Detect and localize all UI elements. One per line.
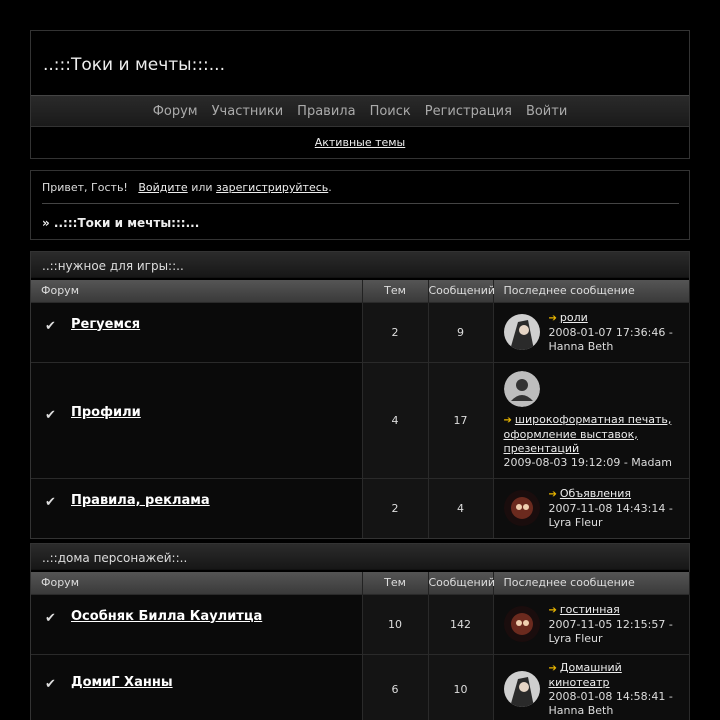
forum-row[interactable]: ✔ ДомиГ Ханны 6 10 ➔ Домашний кинотеатр 200…	[31, 653, 690, 720]
nav-search[interactable]: Поиск	[370, 104, 411, 119]
site-header: ..:::Токи и мечты:::... Форум Участники …	[30, 30, 690, 159]
posts-count: 9	[428, 301, 494, 362]
site-title: ..:::Токи и мечты:::...	[43, 55, 225, 75]
goto-icon[interactable]: ➔	[549, 663, 557, 674]
col-topics: Тем	[362, 280, 429, 302]
col-forum: Форум	[31, 280, 363, 302]
goto-icon[interactable]: ➔	[549, 489, 557, 500]
forum-link[interactable]: Регуемся	[71, 317, 140, 332]
forum-link[interactable]: Профили	[71, 405, 141, 420]
forum-link[interactable]: Правила, реклама	[71, 493, 210, 508]
last-topic-link[interactable]: широкоформатная печать, оформление выста…	[504, 413, 672, 455]
topics-count: 2	[362, 477, 429, 538]
category-title: ..::дома персонажей::..	[31, 544, 689, 570]
nav-members[interactable]: Участники	[212, 104, 284, 119]
topics-count: 4	[362, 361, 429, 478]
last-info: 2007-11-08 14:43:14 - Lyra Fleur	[548, 501, 673, 529]
posts-count: 142	[428, 593, 494, 654]
topics-count: 10	[362, 593, 429, 654]
category-homes: ..::дома персонажей::.. Форум Тем Сообще…	[30, 543, 690, 720]
dot-text: .	[328, 181, 332, 194]
posts-count: 4	[428, 477, 494, 538]
col-forum: Форум	[31, 572, 363, 594]
posts-count: 10	[428, 653, 494, 720]
category-game: ..::нужное для игры::.. Форум Тем Сообще…	[30, 251, 690, 539]
check-icon: ✔	[45, 318, 56, 334]
welcome-text: Привет, Гость! Войдите или зарегистрируй…	[42, 181, 332, 194]
goto-icon[interactable]: ➔	[549, 313, 557, 324]
posts-count: 17	[428, 361, 494, 478]
default-avatar-icon	[503, 370, 540, 407]
check-icon: ✔	[45, 494, 56, 510]
check-icon: ✔	[45, 407, 56, 423]
welcome-box: Привет, Гость! Войдите или зарегистрируй…	[30, 170, 690, 240]
breadcrumb: » ..:::Токи и мечты:::...	[42, 216, 200, 230]
col-last-post: Последнее сообщение	[493, 572, 690, 594]
greeting: Привет, Гость!	[42, 181, 128, 194]
topics-count: 6	[362, 653, 429, 720]
forum-row[interactable]: ✔ Профили 4 17 ➔ широкоформатная печать, о…	[31, 361, 690, 478]
col-topics: Тем	[362, 572, 429, 594]
register-link[interactable]: зарегистрируйтесь	[216, 181, 328, 194]
goto-icon[interactable]: ➔	[504, 415, 512, 426]
category-title: ..::нужное для игры::..	[31, 252, 689, 278]
last-topic-link[interactable]: роли	[560, 311, 588, 324]
divider	[42, 203, 679, 204]
login-link[interactable]: Войдите	[138, 181, 187, 194]
main-nav: Форум Участники Правила Поиск Регистраци…	[31, 95, 689, 127]
user-avatar	[503, 606, 540, 642]
col-last-post: Последнее сообщение	[493, 280, 690, 302]
user-avatar	[503, 314, 540, 350]
forum-link[interactable]: ДомиГ Ханны	[71, 675, 173, 690]
forum-row[interactable]: ✔ Правила, реклама 2 4 ➔ Объявления 2007-11…	[31, 477, 690, 538]
forum-link[interactable]: Особняк Билла Каулитца	[71, 609, 262, 624]
last-topic-link[interactable]: Объявления	[560, 487, 631, 500]
last-info: 2008-01-07 17:36:46 - Hanna Beth	[548, 325, 673, 353]
nav-register[interactable]: Регистрация	[425, 104, 512, 119]
forum-row[interactable]: ✔ Регуемся 2 9 ➔ роли 2008-01-07 17:36:46 -…	[31, 301, 690, 362]
forum-row[interactable]: ✔ Особняк Билла Каулитца 10 142 ➔ гостинна…	[31, 593, 690, 654]
last-info: 2009-08-03 19:12:09 - Madam	[503, 455, 672, 469]
col-posts: Сообщений	[428, 572, 495, 594]
goto-icon[interactable]: ➔	[549, 605, 557, 616]
or-text: или	[191, 181, 213, 194]
forum-table: Форум Тем Сообщений Последнее сообщение …	[31, 280, 690, 538]
last-info: 2007-11-05 12:15:57 - Lyra Fleur	[548, 617, 673, 645]
nav-rules[interactable]: Правила	[297, 104, 355, 119]
last-topic-link[interactable]: гостинная	[560, 603, 620, 616]
nav-login[interactable]: Войти	[526, 104, 567, 119]
user-avatar	[503, 671, 540, 708]
col-posts: Сообщений	[428, 280, 495, 302]
user-avatar	[503, 490, 540, 527]
check-icon: ✔	[45, 676, 56, 692]
last-topic-link[interactable]: Домашний кинотеатр	[549, 661, 622, 689]
last-info: 2008-01-08 14:58:41 - Hanna Beth	[548, 689, 673, 717]
nav-forum[interactable]: Форум	[153, 104, 198, 119]
sub-nav: Активные темы	[31, 127, 689, 158]
check-icon: ✔	[45, 610, 56, 626]
forum-table: Форум Тем Сообщений Последнее сообщение …	[31, 572, 690, 720]
topics-count: 2	[362, 301, 429, 362]
active-topics-link[interactable]: Активные темы	[315, 136, 406, 149]
